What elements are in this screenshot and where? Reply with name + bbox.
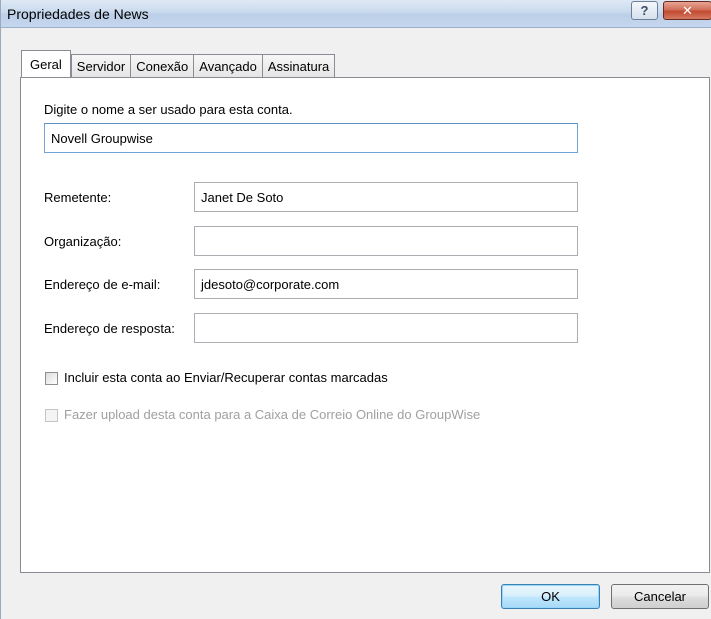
- ok-button[interactable]: OK: [501, 584, 600, 609]
- cancel-button[interactable]: Cancelar: [611, 584, 709, 609]
- tab-strip: Geral Servidor Conexão Avançado Assinatu…: [21, 50, 336, 77]
- account-name-prompt: Digite o nome a ser usado para esta cont…: [44, 102, 293, 117]
- account-name-input[interactable]: Novell Groupwise: [44, 123, 578, 153]
- reply-address-label: Endereço de resposta:: [44, 321, 175, 336]
- properties-dialog: Propriedades de News ? ✕ Geral Servidor …: [0, 0, 711, 619]
- organization-input[interactable]: [194, 226, 578, 256]
- upload-account-checkbox[interactable]: [45, 409, 58, 422]
- tab-panel-geral: Digite o nome a ser usado para esta cont…: [20, 77, 710, 573]
- close-icon: ✕: [682, 2, 693, 18]
- tab-assinatura[interactable]: Assinatura: [261, 54, 336, 77]
- sender-label: Remetente:: [44, 190, 112, 205]
- tab-avancado[interactable]: Avançado: [193, 54, 263, 77]
- tab-conexao[interactable]: Conexão: [130, 54, 195, 77]
- reply-address-input[interactable]: [194, 313, 578, 343]
- tab-geral[interactable]: Geral: [21, 50, 71, 77]
- include-account-checkbox[interactable]: [45, 372, 58, 385]
- window-title: Propriedades de News: [7, 6, 149, 22]
- email-label: Endereço de e-mail:: [44, 277, 161, 292]
- help-icon: ?: [640, 3, 649, 18]
- help-button[interactable]: ?: [631, 1, 658, 20]
- email-input[interactable]: jdesoto@corporate.com: [194, 269, 578, 299]
- tab-servidor[interactable]: Servidor: [70, 54, 132, 77]
- include-account-label[interactable]: Incluir esta conta ao Enviar/Recuperar c…: [64, 370, 388, 385]
- close-button[interactable]: ✕: [663, 1, 711, 20]
- organization-label: Organização:: [44, 234, 122, 249]
- upload-account-label: Fazer upload desta conta para a Caixa de…: [64, 407, 481, 422]
- sender-input[interactable]: Janet De Soto: [194, 182, 578, 212]
- title-bar[interactable]: Propriedades de News ? ✕: [1, 0, 711, 28]
